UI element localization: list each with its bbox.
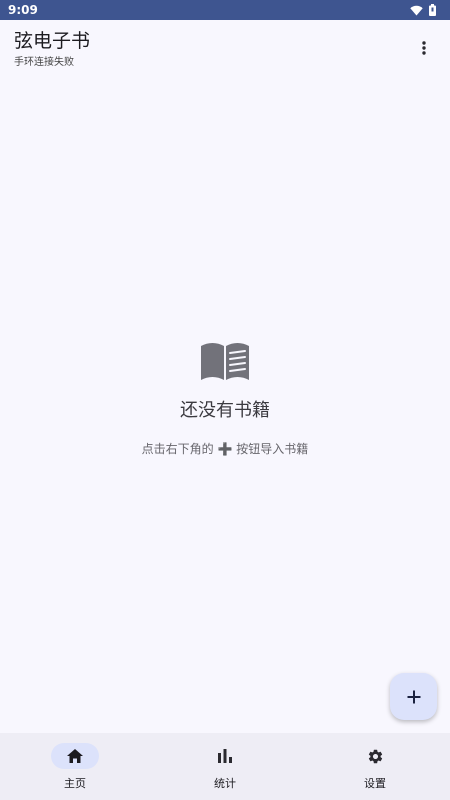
home-icon — [67, 749, 83, 763]
more-vert-icon — [422, 41, 426, 55]
empty-title: 还没有书籍 — [180, 400, 270, 421]
plus-icon: ➕ — [217, 442, 233, 456]
hint-text-after: 按钮导入书籍 — [236, 442, 309, 456]
nav-active-indicator — [51, 743, 99, 769]
more-options-button[interactable] — [412, 36, 436, 60]
nav-item-home[interactable]: 主页 — [0, 733, 150, 800]
nav-label-home: 主页 — [64, 777, 86, 790]
empty-state: 还没有书籍 点击右下角的 ➕ 按钮导入书籍 — [0, 340, 450, 457]
connection-status: 手环连接失败 — [14, 57, 74, 68]
battery-icon — [429, 4, 436, 16]
add-icon — [407, 690, 420, 703]
nav-item-settings[interactable]: 设置 — [300, 733, 450, 800]
nav-icon-wrap — [351, 743, 399, 769]
app-bar: 弦电子书 手环连接失败 — [0, 20, 450, 74]
nav-icon-wrap — [201, 743, 249, 769]
hint-text-before: 点击右下角的 — [141, 442, 214, 456]
nav-label-stats: 统计 — [214, 777, 236, 790]
wifi-icon — [410, 5, 423, 15]
bar-chart-icon — [218, 749, 232, 763]
add-book-button[interactable] — [390, 673, 437, 720]
bottom-navigation: 主页 统计 设置 — [0, 733, 450, 800]
app-title: 弦电子书 — [14, 30, 91, 52]
status-bar: 9:09 — [0, 0, 450, 20]
settings-icon — [368, 749, 382, 763]
nav-label-settings: 设置 — [364, 777, 386, 790]
status-icons — [410, 4, 436, 16]
nav-item-stats[interactable]: 统计 — [150, 733, 300, 800]
empty-hint: 点击右下角的 ➕ 按钮导入书籍 — [142, 440, 309, 457]
status-time: 9:09 — [8, 3, 38, 17]
book-open-icon — [201, 343, 249, 380]
